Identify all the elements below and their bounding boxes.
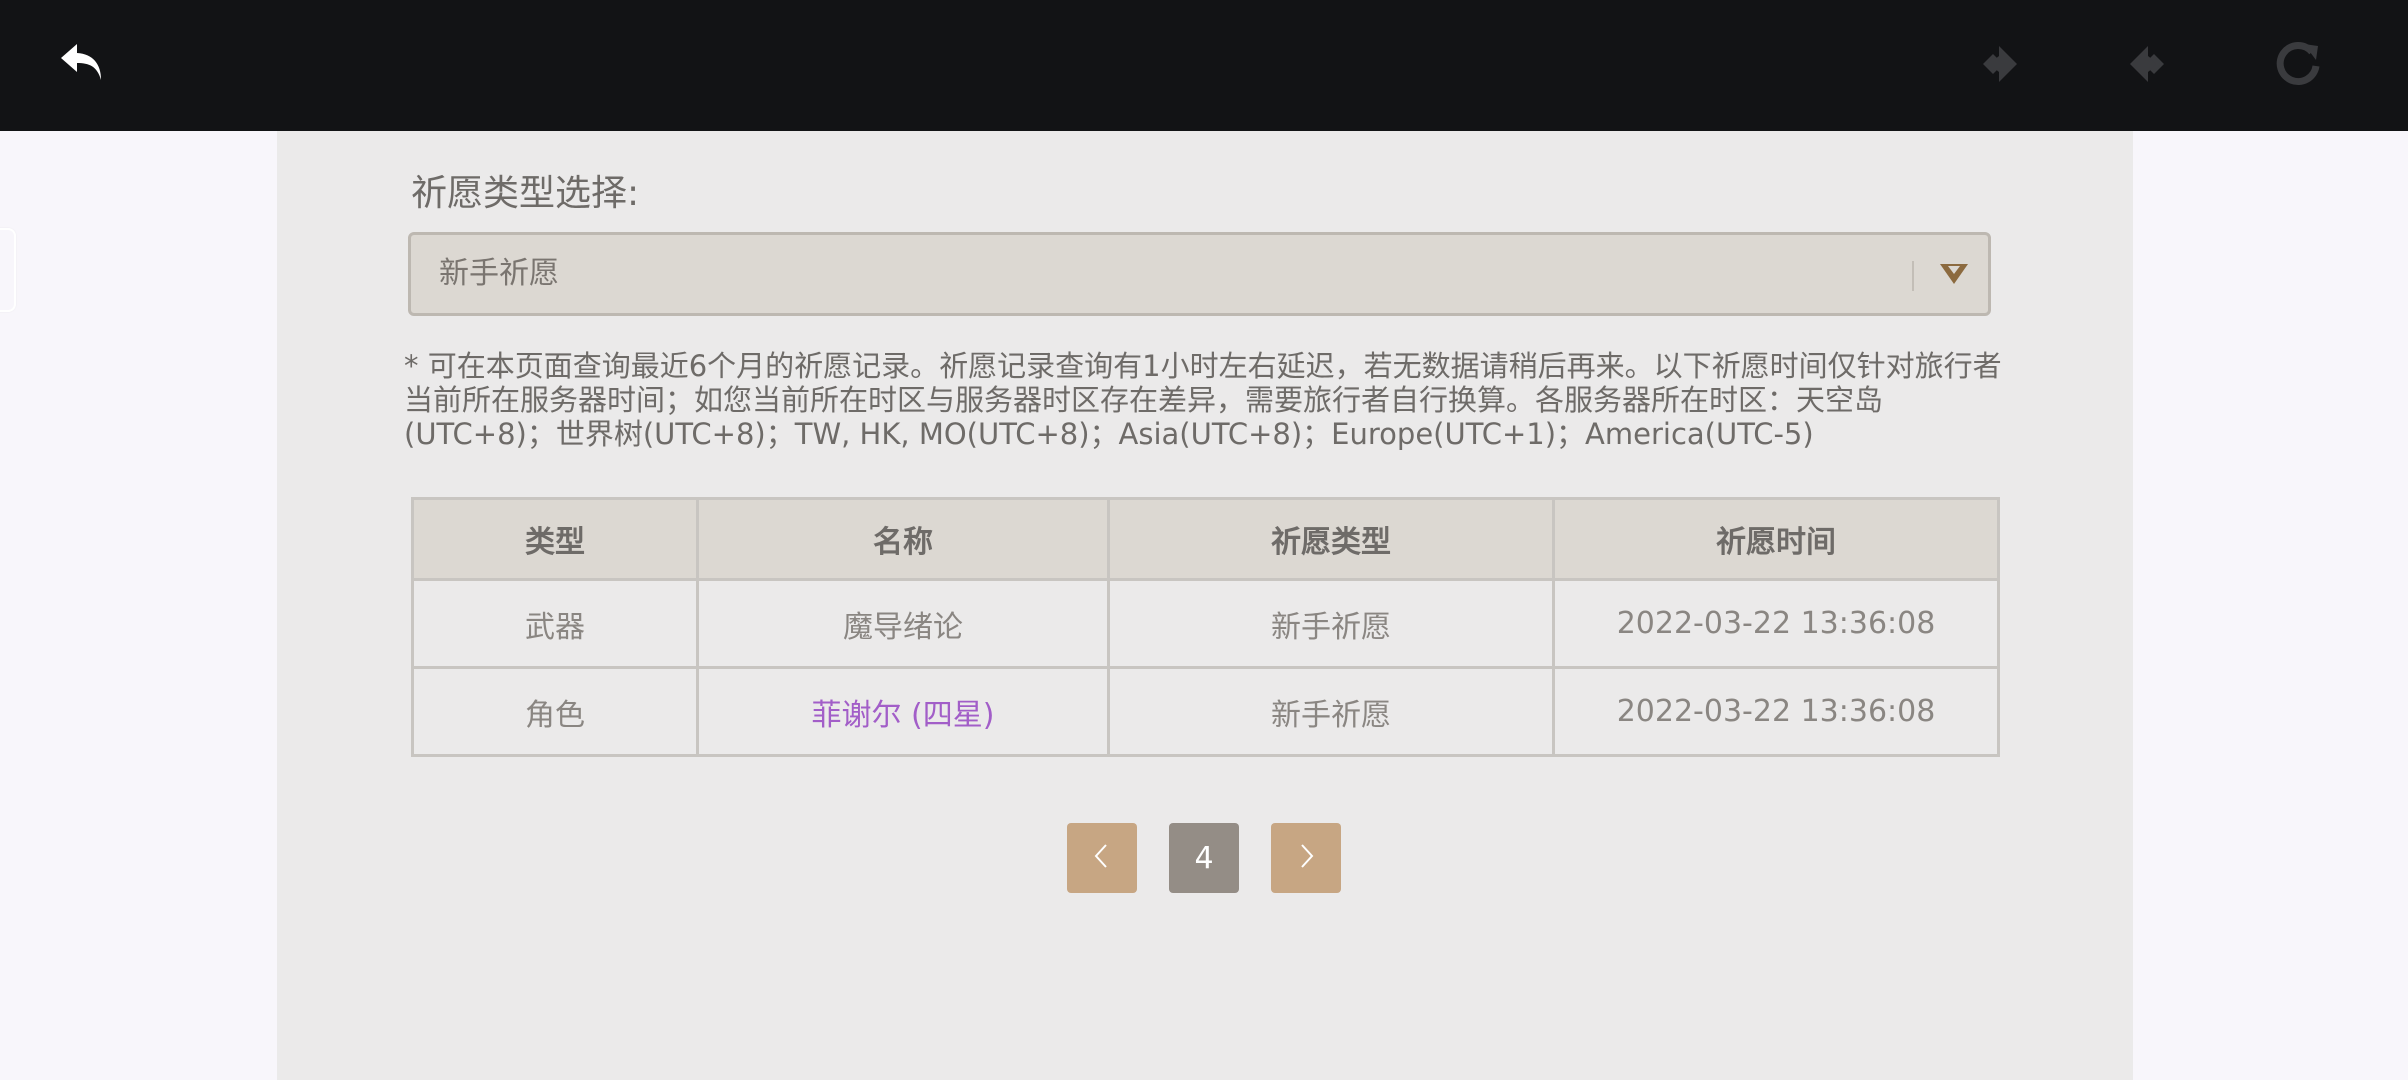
reload-button[interactable] <box>2262 30 2334 102</box>
cell-wish-type: 新手祈愿 <box>1107 578 1555 669</box>
wish-history-panel: 祈愿类型选择: 新手祈愿 * 可在本页面查询最近6个月的祈愿记录。祈愿记录查询有… <box>277 131 2133 1080</box>
column-header-name: 名称 <box>696 497 1110 581</box>
back-arrow-icon <box>55 36 111 96</box>
cell-type: 武器 <box>411 578 699 669</box>
column-header-wish-time: 祈愿时间 <box>1552 497 2000 581</box>
cell-name: 菲谢尔 (四星) <box>696 666 1110 757</box>
chevron-right-icon <box>1294 841 1318 875</box>
pager-prev-button[interactable] <box>1067 823 1137 893</box>
reload-icon <box>2272 38 2324 94</box>
back-button[interactable] <box>47 30 119 102</box>
wish-record-table: 类型 名称 祈愿类型 祈愿时间 武器 魔导绪论 新手祈愿 2022-03-22 … <box>411 497 2000 757</box>
table-header-row: 类型 名称 祈愿类型 祈愿时间 <box>411 497 2000 581</box>
prev-diamond-icon <box>1975 40 2023 92</box>
chevron-left-icon <box>1090 841 1114 875</box>
chevron-down-icon[interactable] <box>1936 259 1972 289</box>
timezone-notice: * 可在本页面查询最近6个月的祈愿记录。祈愿记录查询有1小时左右延迟，若无数据请… <box>404 349 2002 451</box>
table-row: 角色 菲谢尔 (四星) 新手祈愿 2022-03-22 13:36:08 <box>411 666 2000 757</box>
cell-wish-time: 2022-03-22 13:36:08 <box>1552 666 2000 757</box>
next-page-button[interactable] <box>2112 30 2184 102</box>
select-divider <box>1912 261 1914 291</box>
cell-name: 魔导绪论 <box>696 578 1110 669</box>
wish-type-label: 祈愿类型选择: <box>411 173 640 214</box>
pager-current-page[interactable]: 4 <box>1169 823 1239 893</box>
browser-toolbar <box>0 0 2408 131</box>
table-row: 武器 魔导绪论 新手祈愿 2022-03-22 13:36:08 <box>411 578 2000 669</box>
next-diamond-icon <box>2124 40 2172 92</box>
side-handle[interactable] <box>0 228 16 312</box>
column-header-wish-type: 祈愿类型 <box>1107 497 1555 581</box>
prev-page-button[interactable] <box>1963 30 2035 102</box>
column-header-type: 类型 <box>411 497 699 581</box>
wish-type-selected-value: 新手祈愿 <box>439 256 559 291</box>
cell-wish-type: 新手祈愿 <box>1107 666 1555 757</box>
pager-next-button[interactable] <box>1271 823 1341 893</box>
cell-wish-time: 2022-03-22 13:36:08 <box>1552 578 2000 669</box>
cell-type: 角色 <box>411 666 699 757</box>
wish-type-select[interactable]: 新手祈愿 <box>408 232 1991 316</box>
